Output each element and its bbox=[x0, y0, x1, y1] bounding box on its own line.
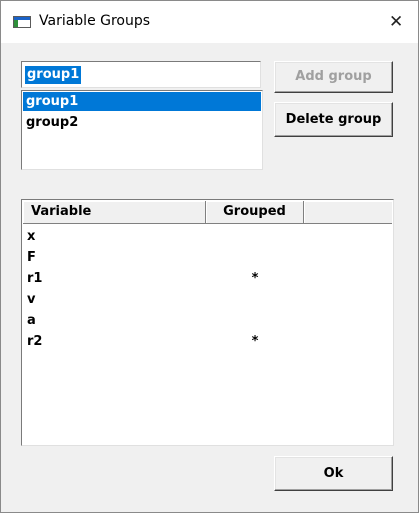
table-row[interactable]: a bbox=[23, 310, 392, 331]
table-header: Variable Grouped bbox=[23, 201, 392, 224]
variable-cell: a bbox=[27, 313, 36, 328]
column-header-filler bbox=[304, 201, 392, 223]
variable-groups-dialog: Variable Groups ✕ group1 group1 group2 A… bbox=[0, 0, 419, 513]
group-name-input[interactable]: group1 bbox=[21, 61, 261, 88]
close-icon: ✕ bbox=[389, 12, 404, 32]
table-row[interactable]: x bbox=[23, 226, 392, 247]
column-header-grouped[interactable]: Grouped bbox=[206, 201, 304, 223]
variable-cell: x bbox=[27, 229, 36, 244]
variable-cell: r2 bbox=[27, 334, 43, 349]
group-list[interactable]: group1 group2 bbox=[21, 90, 263, 170]
close-button[interactable]: ✕ bbox=[372, 1, 418, 43]
title-bar: Variable Groups ✕ bbox=[1, 1, 418, 43]
table-row[interactable]: F bbox=[23, 247, 392, 268]
grouped-cell: * bbox=[251, 271, 259, 286]
window-title: Variable Groups bbox=[39, 13, 151, 29]
delete-group-button[interactable]: Delete group bbox=[274, 102, 393, 137]
grouped-cell: * bbox=[251, 334, 259, 349]
app-window-icon bbox=[13, 16, 31, 28]
add-group-button[interactable]: Add group bbox=[274, 61, 393, 93]
variable-cell: v bbox=[27, 292, 36, 307]
ok-button[interactable]: Ok bbox=[274, 456, 393, 491]
group-name-input-value: group1 bbox=[25, 66, 82, 84]
table-row[interactable]: r1 * bbox=[23, 268, 392, 289]
variables-table: Variable Grouped x F r1 * v a r2 * bbox=[21, 199, 394, 446]
table-row[interactable]: r2 * bbox=[23, 331, 392, 352]
group-list-item[interactable]: group1 bbox=[23, 92, 261, 111]
column-header-variable[interactable]: Variable bbox=[23, 201, 206, 223]
variable-cell: r1 bbox=[27, 271, 43, 286]
variable-cell: F bbox=[27, 250, 36, 265]
table-row[interactable]: v bbox=[23, 289, 392, 310]
group-list-item[interactable]: group2 bbox=[23, 113, 261, 132]
